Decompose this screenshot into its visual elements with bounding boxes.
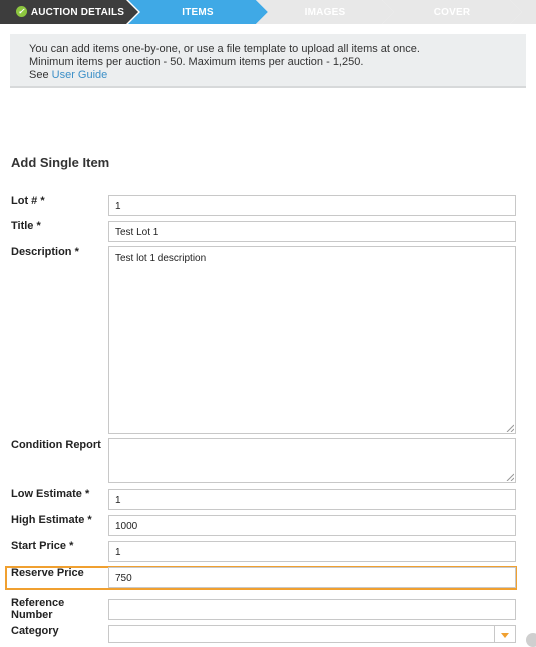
reference-number-label: Reference Number: [11, 597, 65, 621]
description-text: Test lot 1 description: [115, 253, 207, 264]
start-price-input[interactable]: 1: [108, 541, 516, 562]
info-line-3: See User Guide: [29, 69, 107, 82]
resize-grip-icon[interactable]: [506, 473, 514, 481]
help-icon[interactable]: [526, 633, 536, 647]
step-next-partial: [510, 0, 536, 24]
reserve-price-label: Reserve Price: [11, 567, 84, 579]
step-cover-label: COVER: [433, 6, 471, 18]
info-line-2: Minimum items per auction - 50. Maximum …: [29, 56, 364, 68]
reserve-price-input[interactable]: 750: [108, 567, 516, 588]
checkmark-icon: ✓: [15, 6, 27, 18]
see-text: See: [29, 69, 49, 81]
category-select[interactable]: [108, 625, 516, 643]
step-auction-details[interactable]: ✓ AUCTION DETAILS: [0, 0, 140, 24]
info-line-1: You can add items one-by-one, or use a f…: [29, 43, 420, 55]
step-images[interactable]: IMAGES: [256, 0, 394, 24]
chevron-down-icon[interactable]: [494, 626, 515, 643]
user-guide-link[interactable]: User Guide: [52, 69, 108, 81]
resize-grip-icon[interactable]: [506, 424, 514, 432]
lot-input[interactable]: 1: [108, 195, 516, 216]
description-textarea[interactable]: Test lot 1 description: [108, 246, 516, 434]
high-estimate-input[interactable]: 1000: [108, 515, 516, 536]
low-estimate-input[interactable]: 1: [108, 489, 516, 510]
progress-steps: ✓ AUCTION DETAILS ITEMS IMAGES COVER: [0, 0, 536, 24]
step-items[interactable]: ITEMS: [128, 0, 268, 24]
description-label: Description *: [11, 246, 79, 258]
low-estimate-label: Low Estimate *: [11, 488, 90, 500]
step-cover[interactable]: COVER: [382, 0, 522, 24]
condition-report-textarea[interactable]: [108, 438, 516, 483]
condition-report-label: Condition Report: [11, 439, 101, 451]
reference-number-input[interactable]: [108, 599, 516, 620]
title-label: Title *: [11, 220, 41, 232]
section-title: Add Single Item: [11, 155, 110, 170]
info-panel: You can add items one-by-one, or use a f…: [10, 34, 526, 88]
category-label: Category: [11, 625, 59, 637]
step-images-label: IMAGES: [304, 6, 346, 18]
start-price-label: Start Price *: [11, 540, 74, 552]
step-auction-details-label: AUCTION DETAILS: [30, 6, 125, 18]
step-items-label: ITEMS: [182, 6, 214, 18]
title-input[interactable]: Test Lot 1: [108, 221, 516, 242]
high-estimate-label: High Estimate *: [11, 514, 92, 526]
lot-label: Lot # *: [11, 195, 45, 207]
